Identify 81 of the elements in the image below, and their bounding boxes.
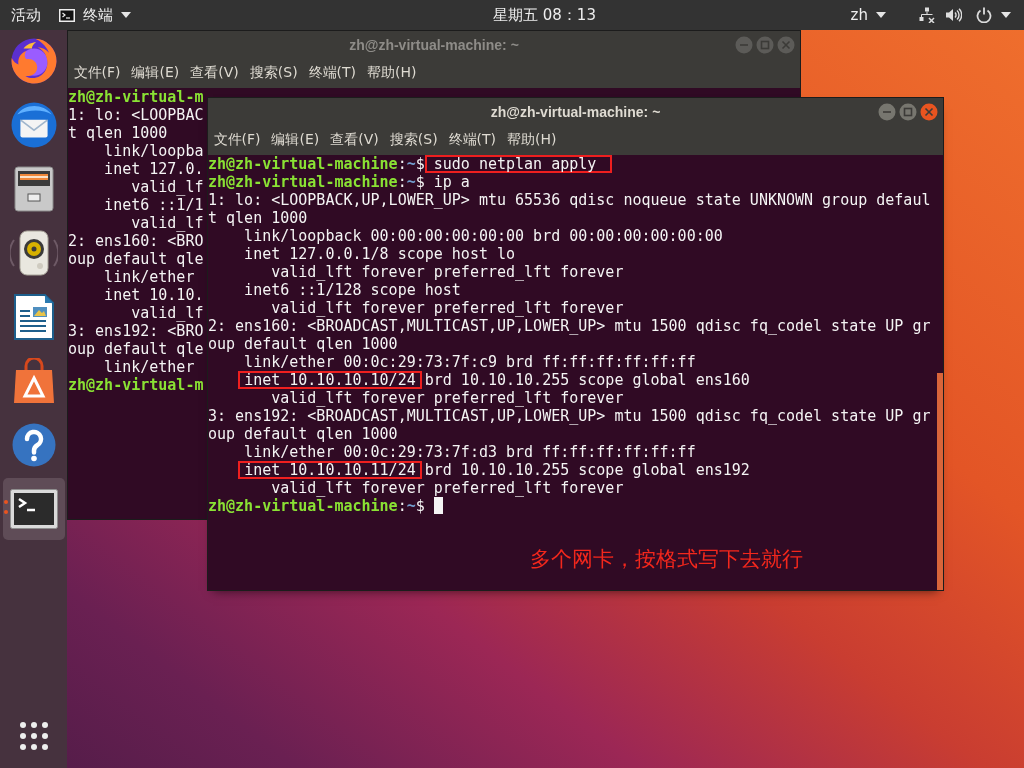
document-icon [13,294,54,340]
terminal-text: link/ether 00:0c:29:73:7f:c9 brd ff:ff:ff:ff:ff:ff [243,353,696,371]
minimize-icon[interactable] [878,102,896,121]
globe-icon [10,38,57,84]
shell-prompt: zh@zh-virtual-m [68,88,204,106]
terminal-text: oup default qle [68,250,204,268]
terminal-text: valid_lft forever preferred_lft forever [270,389,624,407]
caret-icon [876,12,886,18]
terminal-text: 3: ens192: <BROADCAST,MULTICAST,UP,LOWER_UP> mtu 1500 qdisc fq_codel state UP gr [208,407,931,425]
terminal-text: t qlen 1000 [208,209,308,227]
terminal-text: inet6 ::1/128 scope host [243,281,461,299]
file-cabinet-icon [13,166,54,212]
terminal-text: link/ether [103,268,195,286]
menu-item[interactable]: 文件(F) [208,128,266,152]
command-text: ip a [432,173,470,191]
menu-item[interactable]: 终端(T) [443,128,502,152]
terminal-text: inet 127.0.0.1/8 scope host lo [243,245,516,263]
shell-prompt: zh@zh-virtual-machine:~$ [208,155,425,173]
terminal-text: 2: ens160: <BROADCAST,MULTICAST,UP,LOWER_UP> mtu 1500 qdisc fq_codel state UP gr [208,317,931,335]
terminal-text: link/loopback 00:00:00:00:00:00 brd 00:00:00:00:00:00 [243,227,723,245]
envelope-icon [10,102,57,148]
terminal-text: oup default qle [68,340,204,358]
terminal-text: brd 10.10.10.255 scope global ens160 [423,371,750,389]
highlighted-text: inet 10.10.10.10/24 [238,371,422,389]
menu-item[interactable]: 终端(T) [303,61,362,85]
shopping-bag-icon [12,358,55,404]
activities-button[interactable]: 活动 [11,2,41,28]
menu-item[interactable]: 搜索(S) [384,128,444,152]
terminal-text: 3: ens192: <BRO [68,322,204,340]
terminal-text: valid_lf [130,214,204,232]
terminal-text: valid_lft forever preferred_lft forever [270,479,624,497]
speaker-icon [9,230,58,276]
terminal-text: t qlen 1000 [68,124,168,142]
terminal-text: 1: lo: <LOOPBAC [68,106,204,124]
clock[interactable]: 星期五 08：13 [493,2,596,28]
dock-item[interactable] [2,478,65,540]
menu-item[interactable]: 查看(V) [184,61,245,85]
menu-item[interactable]: 文件(F) [68,61,126,85]
shell-prompt: zh@zh-virtual-m [68,376,204,394]
shell-prompt: zh@zh-virtual-machine:~$ [208,497,425,515]
terminal-text: inet6 ::1/1 [103,196,204,214]
terminal-text: inet 10.10. [103,286,204,304]
shell-prompt: zh@zh-virtual-machine:~$ [208,173,425,191]
caret-icon[interactable] [1001,12,1011,18]
terminal-text: valid_lft forever preferred_lft forever [270,263,624,281]
highlighted-command: sudo netplan apply [424,155,613,173]
terminal-text: link/ether 00:0c:29:73:7f:d3 brd ff:ff:ff:ff:ff:ff [243,443,696,461]
user-menu[interactable]: zh [850,2,886,28]
terminal-text: valid_lft forever preferred_lft forever [270,299,624,317]
window-title: zh@zh-virtual-machine: ~ [349,36,519,53]
annotation-text: 多个网卡，按格式写下去就行 [530,547,803,571]
menu-item[interactable]: 编辑(E) [126,61,185,85]
terminal-text: inet 127.0. [103,160,204,178]
terminal-text: 2: ens160: <BRO [68,232,204,250]
terminal-text: brd 10.10.10.255 scope global ens192 [423,461,750,479]
help-icon [11,423,56,467]
terminal-text: valid_lf [130,178,204,196]
caret-icon [121,12,131,18]
terminal-text: oup default qlen 1000 [208,335,398,353]
terminal-icon [9,489,58,529]
terminal-text: valid_lf [130,304,204,322]
terminal-text: link/loopba [103,142,204,160]
volume-icon[interactable] [946,8,962,22]
window-title: zh@zh-virtual-machine: ~ [490,103,661,120]
wired-network-icon[interactable] [919,7,935,23]
menu-item[interactable]: 帮助(H) [501,128,563,152]
app-grid-icon[interactable] [19,722,48,750]
app-menu[interactable]: 终端 [59,2,131,28]
terminal-text: oup default qlen 1000 [208,425,398,443]
menu-item[interactable]: 帮助(H) [361,61,423,85]
menu-item[interactable]: 查看(V) [324,128,385,152]
terminal-icon [59,8,75,22]
maximize-icon[interactable] [899,102,917,121]
menu-item[interactable]: 编辑(E) [266,128,325,152]
terminal-text: 1: lo: <LOOPBACK,UP,LOWER_UP> mtu 65536 qdisc noqueue state UNKNOWN group defaul [208,191,931,209]
close-icon[interactable] [920,102,938,121]
terminal-text: link/ether [103,358,195,376]
highlighted-text: inet 10.10.10.11/24 [238,461,422,479]
power-icon[interactable] [976,7,992,23]
menu-item[interactable]: 搜索(S) [244,61,304,85]
scrollbar-thumb[interactable] [937,372,943,590]
